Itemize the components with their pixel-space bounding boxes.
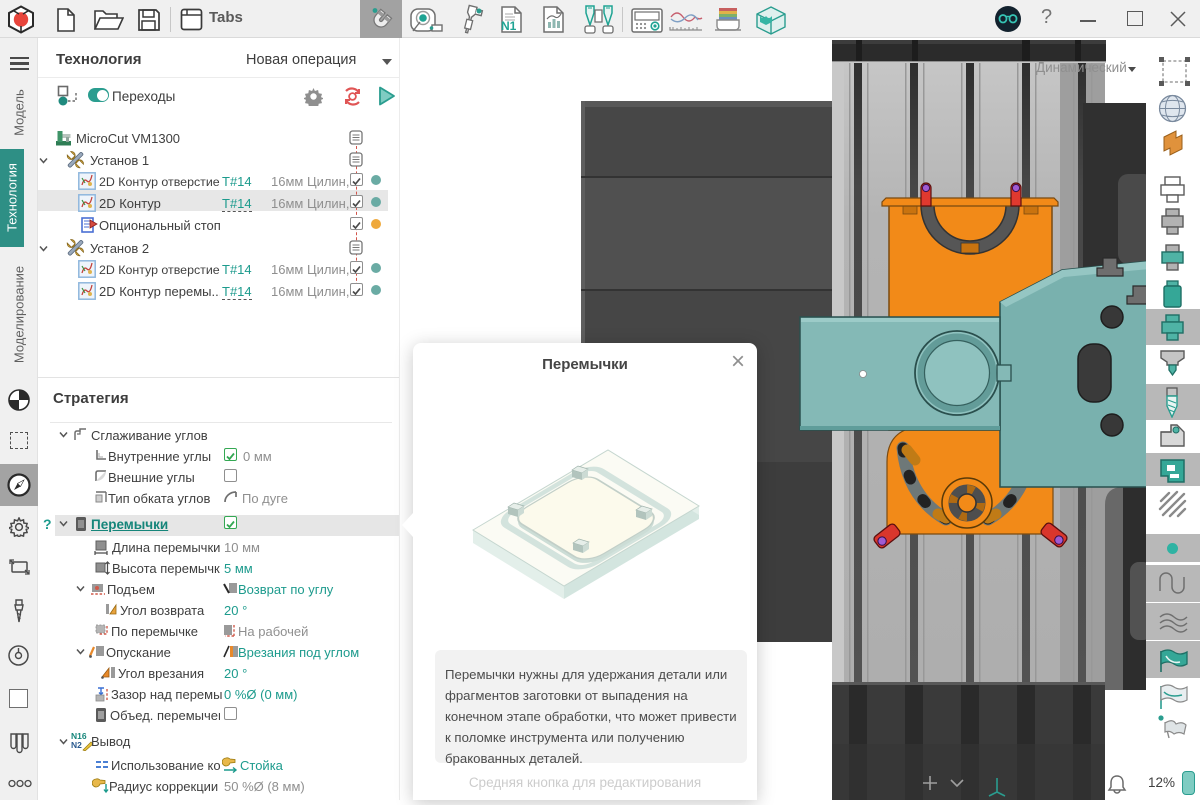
svg-text:N1: N1 [501,19,517,33]
